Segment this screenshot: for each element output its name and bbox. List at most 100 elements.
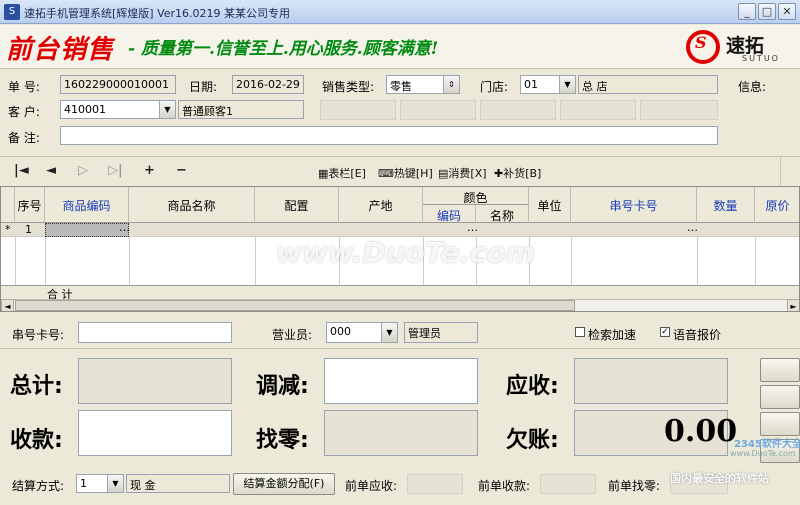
table-columns-label: 表栏[E] <box>328 167 366 180</box>
product-code-cell[interactable] <box>45 223 129 237</box>
hotkey-label: 热键[H] <box>393 167 433 180</box>
chevron-down-icon[interactable]: ▼ <box>381 323 397 342</box>
ellipsis-icon[interactable]: … <box>467 221 478 235</box>
consume-icon: ▤ <box>438 167 449 180</box>
prev-received-field <box>540 474 596 494</box>
received-input[interactable] <box>78 410 232 456</box>
app-icon: S <box>4 4 20 20</box>
scroll-left-icon[interactable]: ◄ <box>1 299 14 311</box>
banner-slogan: - 质量第一.信誉至上.用心服务.顾客满意! <box>128 39 439 59</box>
replenish-icon: ✚ <box>494 167 504 180</box>
voice-label: 语音报价 <box>673 328 722 342</box>
order-no-label: 单 号: <box>8 80 40 94</box>
logo-letter: S <box>695 33 707 52</box>
order-no-field[interactable]: 160229000010001 <box>60 75 176 94</box>
change-field <box>324 410 478 456</box>
debt-label: 欠账: <box>506 428 559 453</box>
header-origin[interactable]: 产地 <box>339 187 423 223</box>
table-columns-button[interactable]: ▦表栏[E] <box>318 165 366 181</box>
chevron-down-icon[interactable]: ▼ <box>107 475 123 492</box>
window-title: 速拓手机管理系统[辉煌版] Ver16.0219 某某公司专用 <box>24 7 291 20</box>
header-seq[interactable]: 序号 <box>15 187 45 223</box>
voice-checkbox[interactable]: ✓ <box>660 327 670 337</box>
clerk-label: 营业员: <box>272 328 313 342</box>
header-unit[interactable]: 单位 <box>529 187 571 223</box>
chevron-down-icon[interactable]: ▼ <box>559 76 575 93</box>
header-product-name[interactable]: 商品名称 <box>129 187 255 223</box>
total-label: 合 计 <box>47 288 73 301</box>
customer-select[interactable]: 410001 ▼ <box>60 100 176 119</box>
header-original-price[interactable]: 原价 <box>755 187 799 223</box>
hotkey-button[interactable]: ⌨热键[H] <box>378 165 433 181</box>
spinner-icon[interactable]: ⇕ <box>443 76 459 93</box>
keyboard-icon: ⌨ <box>378 167 394 180</box>
scrollbar-thumb[interactable] <box>15 300 575 311</box>
banner: 前台销售 - 质量第一.信誉至上.用心服务.顾客满意! S 速拓 SUTUO <box>0 25 800 69</box>
consume-button[interactable]: ▤消费[X] <box>438 165 487 181</box>
last-record-button[interactable]: ▷| <box>108 163 123 178</box>
serial-input[interactable] <box>78 322 232 343</box>
side-button-1[interactable] <box>760 358 800 382</box>
banner-title: 前台销售 <box>6 35 115 65</box>
ellipsis-icon[interactable]: … <box>687 221 698 235</box>
info-slot-5 <box>640 100 718 120</box>
adjust-input[interactable] <box>324 358 478 404</box>
side-button-2[interactable] <box>760 385 800 409</box>
info-slot-2 <box>400 100 476 120</box>
search-accel-label: 检索加速 <box>588 328 637 342</box>
change-label: 找零: <box>256 428 309 453</box>
replenish-button[interactable]: ✚补货[B] <box>494 165 541 181</box>
info-slot-3 <box>480 100 556 120</box>
remark-input[interactable] <box>60 126 718 145</box>
date-field[interactable]: 2016-02-29 <box>232 75 304 94</box>
pay-method-code: 1 <box>80 477 87 490</box>
consume-label: 消费[X] <box>448 167 487 180</box>
serial-label: 串号卡号: <box>12 328 65 342</box>
header-product-code[interactable]: 商品编码 <box>45 187 129 223</box>
chevron-down-icon[interactable]: ▼ <box>159 101 175 118</box>
row-seq: 1 <box>25 223 32 236</box>
brand-logo: S 速拓 SUTUO <box>686 28 794 66</box>
ellipsis-icon[interactable]: … <box>119 221 130 235</box>
replenish-label: 补货[B] <box>503 167 542 180</box>
header-serial[interactable]: 串号卡号 <box>571 187 697 223</box>
adjust-label: 调减: <box>256 374 309 399</box>
total-amount-label: 总计: <box>10 374 63 399</box>
minimize-button[interactable]: _ <box>738 3 756 20</box>
side-button-3[interactable] <box>760 412 800 436</box>
info-label: 信息: <box>738 80 767 94</box>
maximize-button[interactable]: □ <box>758 3 776 20</box>
prev-record-button[interactable]: ◄ <box>46 163 56 178</box>
first-record-button[interactable]: |◄ <box>14 163 29 178</box>
split-amount-button[interactable]: 结算金额分配(F) <box>233 473 335 495</box>
title-bar: S 速拓手机管理系统[辉煌版] Ver16.0219 某某公司专用 _ □ ✕ <box>0 0 800 24</box>
search-accel-checkbox[interactable] <box>575 327 585 337</box>
sale-type-select[interactable]: 零售 ⇕ <box>386 75 460 94</box>
received-label: 收款: <box>10 428 63 453</box>
corner-watermark-3: 国内最安全的软件站 <box>670 472 769 485</box>
pay-method-label: 结算方式: <box>12 479 65 493</box>
prev-change-label: 前单找零: <box>608 479 661 493</box>
next-record-button[interactable]: ▷ <box>78 163 88 178</box>
add-row-button[interactable]: + <box>144 163 155 178</box>
corner-watermark-1: 2345软件大全 <box>734 439 800 450</box>
info-slot-4 <box>560 100 636 120</box>
header-color-name[interactable]: 名称 <box>476 205 529 223</box>
customer-name-field: 普通顾客1 <box>178 100 304 119</box>
prev-received-label: 前单收款: <box>478 479 531 493</box>
pay-method-select[interactable]: 1 ▼ <box>76 474 124 493</box>
receivable-field <box>574 358 728 404</box>
logo-subtext: SUTUO <box>742 54 780 63</box>
header-config[interactable]: 配置 <box>255 187 339 223</box>
delete-row-button[interactable]: − <box>176 163 187 178</box>
total-row <box>1 285 799 299</box>
close-button[interactable]: ✕ <box>778 3 796 20</box>
store-select[interactable]: 01 ▼ <box>520 75 576 94</box>
prev-receivable-label: 前单应收: <box>345 479 398 493</box>
header-quantity[interactable]: 数量 <box>697 187 755 223</box>
clerk-select[interactable]: 000 ▼ <box>326 322 398 343</box>
debt-value: 0.00 <box>664 414 738 449</box>
receivable-label: 应收: <box>506 374 559 399</box>
scroll-right-icon[interactable]: ► <box>787 299 799 311</box>
info-slot-1 <box>320 100 396 120</box>
